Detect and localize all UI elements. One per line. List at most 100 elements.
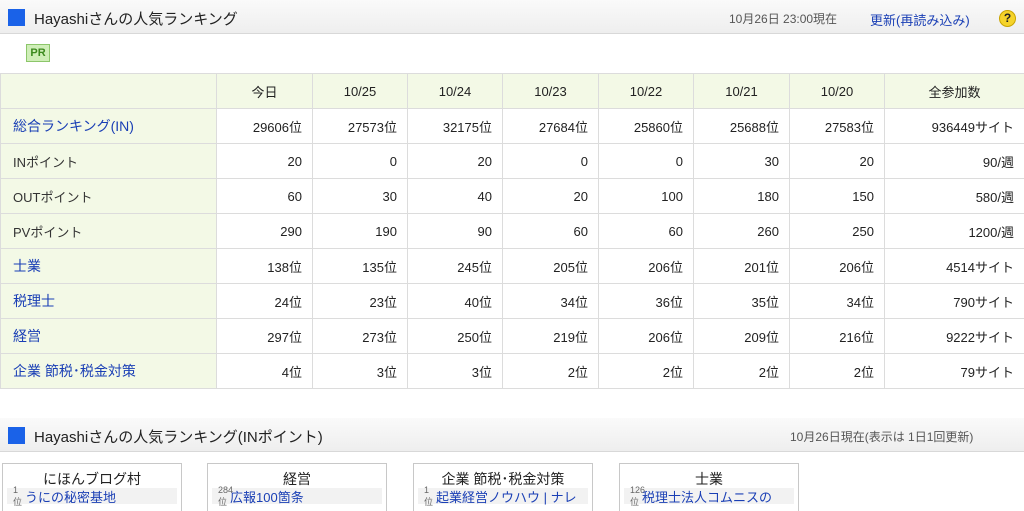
table-cell: 40: [407, 178, 503, 214]
ranking-box: 経営 284位 広報100箇条: [207, 463, 387, 511]
ranking-box-title: にほんブログ村: [43, 471, 141, 487]
list-item: 284位 広報100箇条: [212, 485, 382, 507]
corner-cell: [0, 73, 217, 109]
in-ranking-header: Hayashiさんの人気ランキング(INポイント) 10月26日現在(表示は 1…: [0, 418, 1024, 452]
category-link[interactable]: 経営: [0, 318, 217, 354]
table-cell: 36位: [598, 283, 694, 319]
table-cell: 250: [789, 213, 885, 249]
column-header: 10/24: [407, 73, 503, 109]
column-header: 10/21: [693, 73, 790, 109]
table-cell: 25688位: [693, 108, 790, 144]
table-cell: 20: [216, 143, 313, 179]
table-cell: 60: [598, 213, 694, 249]
row-label: PVポイント: [0, 213, 217, 249]
ranking-box: 企業 節税･税金対策 1位 起業経営ノウハウ | ナレ: [413, 463, 593, 511]
table-cell: 190: [312, 213, 408, 249]
table-row: 総合ランキング(IN) 29606位 27573位 32175位 27684位 25860…: [0, 108, 1024, 144]
category-link[interactable]: 企業 節税･税金対策: [0, 353, 217, 389]
help-icon[interactable]: ?: [999, 10, 1016, 27]
rank-number: 284位: [218, 484, 234, 507]
table-cell: 34位: [789, 283, 885, 319]
table-cell: 27583位: [789, 108, 885, 144]
table-cell: 219位: [502, 318, 599, 354]
blog-link[interactable]: 広報100箇条: [230, 487, 304, 506]
table-cell: 1200/週: [884, 213, 1024, 249]
table-cell: 20: [789, 143, 885, 179]
table-cell: 90: [407, 213, 503, 249]
in-ranking-title: Hayashiさんの人気ランキング(INポイント): [34, 429, 323, 446]
category-link[interactable]: 税理士: [0, 283, 217, 319]
rank-number: 1位: [424, 484, 434, 507]
ranking-title: Hayashiさんの人気ランキング: [34, 11, 238, 28]
table-cell: 580/週: [884, 178, 1024, 214]
table-cell: 29606位: [216, 108, 313, 144]
table-cell: 0: [312, 143, 408, 179]
table-cell: 30: [693, 143, 790, 179]
table-cell: 100: [598, 178, 694, 214]
table-cell: 790サイト: [884, 283, 1024, 319]
ranking-timestamp: 10月26日 23:00現在: [729, 12, 838, 26]
column-header: 全参加数: [884, 73, 1024, 109]
table-cell: 24位: [216, 283, 313, 319]
refresh-link[interactable]: 更新(再読み込み): [870, 10, 970, 29]
table-cell: 60: [216, 178, 313, 214]
rank-number: 1位: [13, 484, 23, 507]
table-cell: 23位: [312, 283, 408, 319]
table-cell: 206位: [598, 318, 694, 354]
ranking-box-title: 経営: [283, 471, 311, 487]
table-cell: 2位: [502, 353, 599, 389]
table-cell: 3位: [312, 353, 408, 389]
table-row: 経営 297位 273位 250位 219位 206位 209位 216位 9222サイト: [0, 318, 1024, 354]
table-cell: 250位: [407, 318, 503, 354]
table-cell: 201位: [693, 248, 790, 284]
category-link[interactable]: 士業: [0, 248, 217, 284]
table-cell: 25860位: [598, 108, 694, 144]
table-cell: 216位: [789, 318, 885, 354]
ranking-header: Hayashiさんの人気ランキング 10月26日 23:00現在 更新(再読み込…: [0, 0, 1024, 34]
column-header: 10/23: [502, 73, 599, 109]
table-cell: 209位: [693, 318, 790, 354]
table-cell: 30: [312, 178, 408, 214]
table-cell: 3位: [407, 353, 503, 389]
blog-link[interactable]: 起業経営ノウハウ | ナレ: [436, 487, 577, 506]
column-header: 今日: [216, 73, 313, 109]
row-label: OUTポイント: [0, 178, 217, 214]
column-header: 10/20: [789, 73, 885, 109]
table-cell: 245位: [407, 248, 503, 284]
table-cell: 0: [502, 143, 599, 179]
table-cell: 9222サイト: [884, 318, 1024, 354]
table-cell: 27573位: [312, 108, 408, 144]
table-cell: 90/週: [884, 143, 1024, 179]
table-row: 士業 138位 135位 245位 205位 206位 201位 206位 4514サイト: [0, 248, 1024, 284]
rank-number: 126位: [630, 484, 646, 507]
table-row: INポイント 20 0 20 0 0 30 20 90/週: [0, 143, 1024, 179]
table-cell: 60: [502, 213, 599, 249]
pr-badge[interactable]: PR: [26, 44, 50, 62]
in-ranking-note: 10月26日現在(表示は 1日1回更新): [790, 430, 974, 444]
table-cell: 180: [693, 178, 790, 214]
table-row: 税理士 24位 23位 40位 34位 36位 35位 34位 790サイト: [0, 283, 1024, 319]
ranking-table: 今日 10/25 10/24 10/23 10/22 10/21 10/20 全参加数 総合ラ…: [0, 73, 1024, 389]
table-cell: 4514サイト: [884, 248, 1024, 284]
blog-link[interactable]: うにの秘密基地: [25, 487, 116, 506]
table-cell: 32175位: [407, 108, 503, 144]
table-cell: 205位: [502, 248, 599, 284]
table-cell: 35位: [693, 283, 790, 319]
table-cell: 27684位: [502, 108, 599, 144]
column-header: 10/25: [312, 73, 408, 109]
column-header: 10/22: [598, 73, 694, 109]
table-cell: 273位: [312, 318, 408, 354]
table-cell: 138位: [216, 248, 313, 284]
category-link[interactable]: 総合ランキング(IN): [0, 108, 217, 144]
list-item: 1位 うにの秘密基地: [7, 485, 177, 507]
table-cell: 2位: [789, 353, 885, 389]
section-marker-icon: [8, 9, 25, 26]
table-row: OUTポイント 60 30 40 20 100 180 150 580/週: [0, 178, 1024, 214]
table-cell: 260: [693, 213, 790, 249]
blog-link[interactable]: 税理士法人コムニスの: [642, 487, 772, 506]
table-cell: 0: [598, 143, 694, 179]
table-cell: 206位: [789, 248, 885, 284]
table-cell: 2位: [598, 353, 694, 389]
ranking-box: にほんブログ村 1位 うにの秘密基地: [2, 463, 182, 511]
ranking-box: 士業 126位 税理士法人コムニスの: [619, 463, 799, 511]
